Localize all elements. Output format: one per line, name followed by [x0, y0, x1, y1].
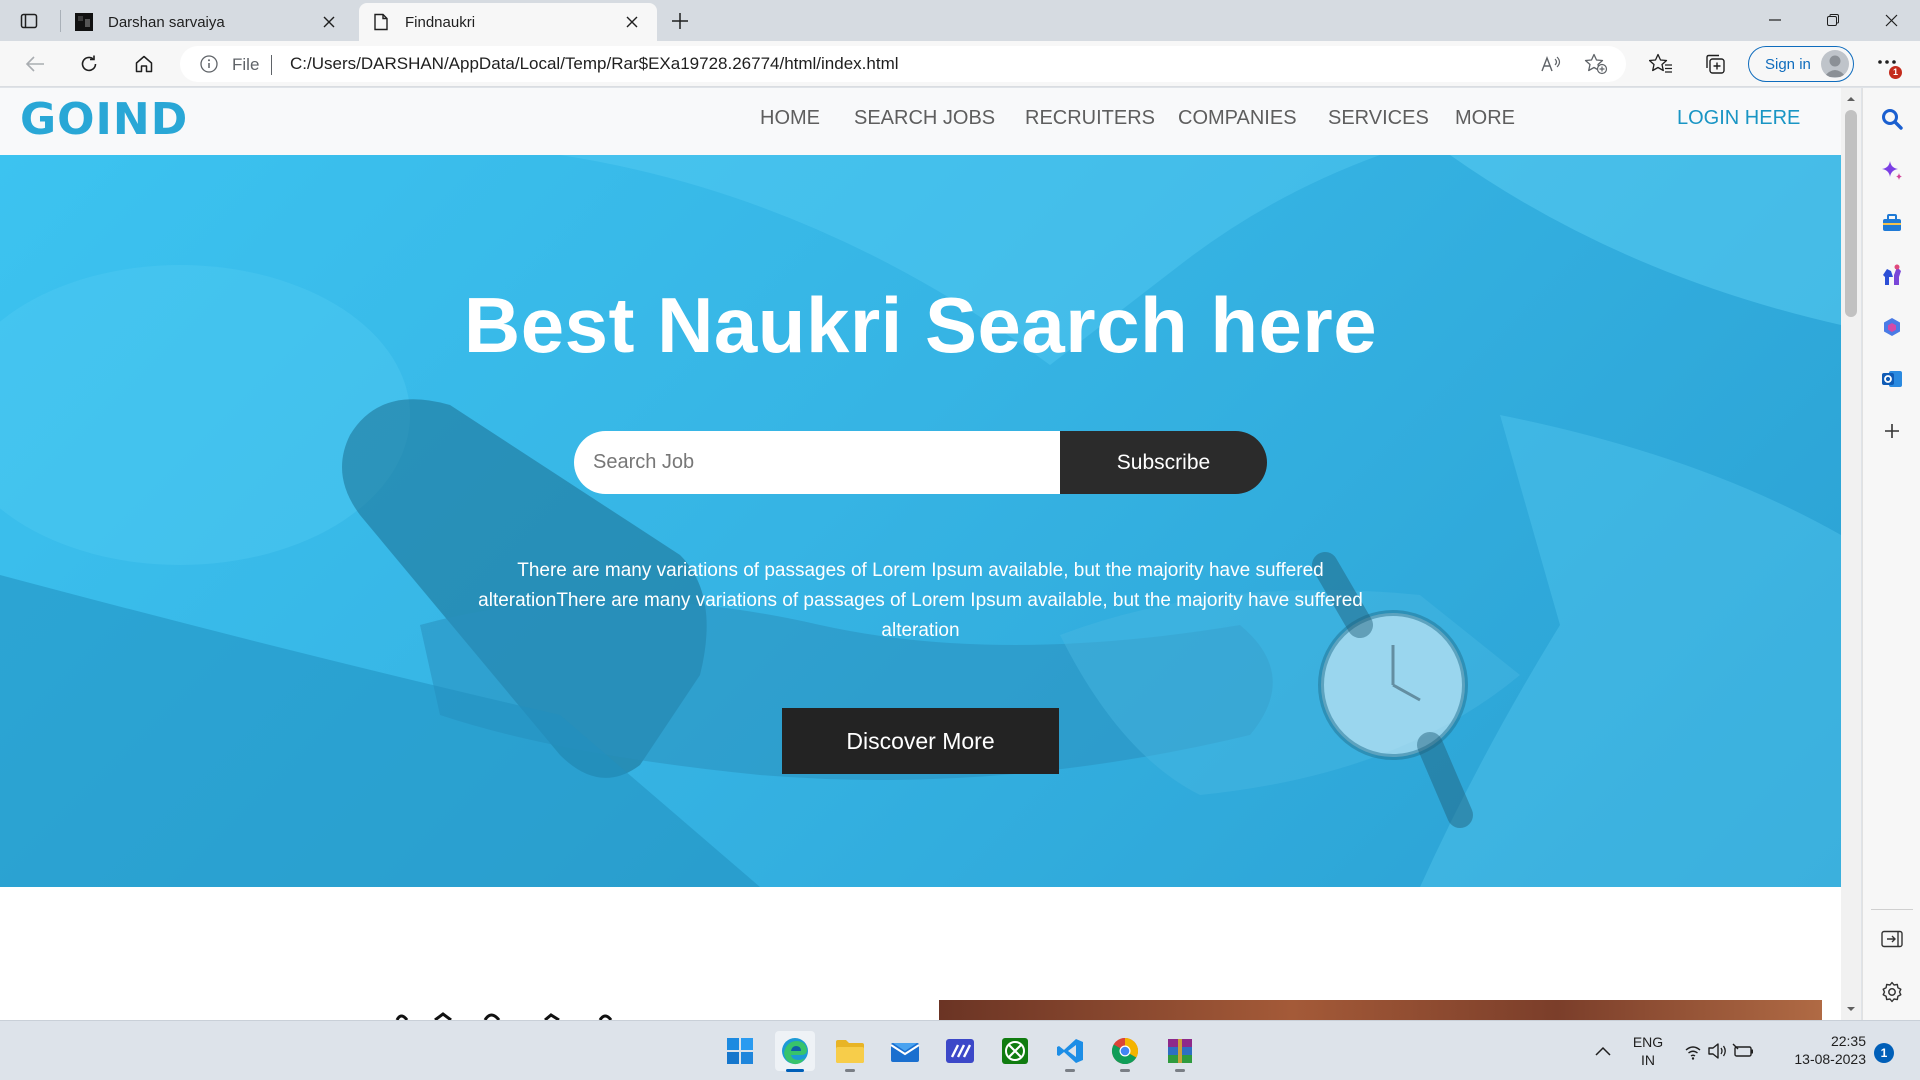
url-scheme-label: File — [232, 55, 260, 74]
add-sidebar-app-icon[interactable] — [1879, 418, 1905, 444]
sidebar-divider — [1871, 909, 1913, 910]
nav-home[interactable]: HOME — [760, 107, 820, 130]
games-icon[interactable] — [1879, 262, 1905, 288]
info-icon[interactable] — [200, 55, 218, 73]
tab-title: Findnaukri — [405, 13, 476, 31]
page-icon — [371, 12, 391, 32]
scroll-up-arrow-icon[interactable] — [1846, 94, 1856, 104]
refresh-button[interactable] — [74, 49, 104, 79]
favorites-icon[interactable] — [1646, 49, 1676, 79]
nav-more[interactable]: MORE — [1455, 107, 1515, 130]
running-indicator — [786, 1069, 804, 1072]
tab-actions-icon[interactable] — [16, 8, 42, 34]
clock-date: 13-08-2023 — [1794, 1051, 1866, 1067]
next-section-heading-fragment — [395, 1006, 655, 1020]
add-favorite-icon[interactable] — [1584, 52, 1608, 76]
close-tab-icon[interactable] — [619, 9, 645, 35]
site-logo[interactable]: GOIND — [20, 94, 188, 145]
clock[interactable]: 22:35 13-08-2023 — [1776, 1032, 1866, 1068]
nav-services[interactable]: SERVICES — [1328, 107, 1429, 130]
nav-recruiters[interactable]: RECRUITERS — [1025, 107, 1155, 130]
next-section-image — [939, 1000, 1822, 1020]
nav-search-jobs[interactable]: SEARCH JOBS — [854, 107, 995, 130]
outlook-icon[interactable] — [1879, 366, 1905, 392]
back-button[interactable] — [20, 49, 50, 79]
read-aloud-icon[interactable] — [1540, 52, 1564, 76]
start-windows-icon[interactable] — [720, 1031, 760, 1071]
microsoft-365-icon[interactable] — [1879, 314, 1905, 340]
home-button[interactable] — [129, 49, 159, 79]
hero-banner: Best Naukri Search here Subscribe There … — [0, 155, 1841, 887]
search-icon[interactable] — [1879, 106, 1905, 132]
file-explorer-icon[interactable] — [830, 1031, 870, 1072]
notification-badge: 1 — [1889, 66, 1902, 79]
tab-findnaukri[interactable]: Findnaukri — [359, 3, 657, 41]
tab-darshan-sarvaiya[interactable]: Darshan sarvaiya — [62, 3, 354, 41]
site-favicon-icon — [74, 12, 94, 32]
close-window-button[interactable] — [1862, 0, 1920, 40]
region-code: IN — [1641, 1052, 1655, 1068]
subscribe-button[interactable]: Subscribe — [1060, 431, 1267, 494]
vscode-icon[interactable] — [1050, 1031, 1090, 1072]
discover-more-button[interactable]: Discover More — [782, 708, 1059, 774]
login-link[interactable]: LOGIN HERE — [1677, 107, 1800, 130]
input-language-indicator[interactable]: ENG IN — [1628, 1033, 1668, 1069]
site-header: GOIND HOME SEARCH JOBS RECRUITERS COMPAN… — [0, 88, 1841, 155]
nav-companies[interactable]: COMPANIES — [1178, 107, 1297, 130]
chrome-icon[interactable] — [1105, 1031, 1145, 1072]
show-hidden-icons-chevron-icon[interactable] — [1585, 1033, 1621, 1069]
running-indicator — [1065, 1069, 1075, 1072]
page-viewport: GOIND HOME SEARCH JOBS RECRUITERS COMPAN… — [0, 88, 1841, 1020]
quick-settings-button[interactable] — [1682, 1033, 1758, 1069]
scroll-down-arrow-icon[interactable] — [1846, 1004, 1856, 1014]
tools-briefcase-icon[interactable] — [1879, 210, 1905, 236]
xbox-icon[interactable] — [995, 1031, 1035, 1071]
running-indicator — [1120, 1069, 1130, 1072]
close-tab-icon[interactable] — [316, 9, 342, 35]
tab-divider — [60, 10, 61, 32]
settings-and-more-button[interactable]: 1 — [1872, 49, 1902, 79]
tab-title: Darshan sarvaiya — [108, 13, 225, 31]
tab-strip: Darshan sarvaiya Findnaukri — [0, 0, 1920, 41]
sign-in-button[interactable]: Sign in — [1748, 46, 1854, 82]
browser-toolbar: File C:/Users/DARSHAN/AppData/Local/Temp… — [0, 41, 1920, 87]
url-text[interactable]: C:/Users/DARSHAN/AppData/Local/Temp/Rar$… — [290, 54, 899, 74]
sidebar-settings-gear-icon[interactable] — [1879, 979, 1905, 1005]
edge-sidebar — [1862, 88, 1920, 1020]
edge-browser-icon[interactable] — [775, 1031, 815, 1072]
running-indicator — [845, 1069, 855, 1072]
notification-count-badge[interactable]: 1 — [1874, 1043, 1894, 1063]
restore-button[interactable] — [1804, 0, 1862, 40]
url-separator — [271, 55, 272, 75]
hero-description: There are many variations of passages of… — [478, 560, 1363, 641]
running-indicator — [1175, 1069, 1185, 1072]
powershell-app-icon[interactable] — [940, 1031, 980, 1071]
hero-title: Best Naukri Search here — [463, 281, 1378, 369]
copilot-sparkle-icon[interactable] — [1879, 158, 1905, 184]
winrar-icon[interactable] — [1160, 1031, 1200, 1072]
language-code: ENG — [1632, 1034, 1664, 1050]
windows-taskbar: ENG IN 22:35 13-08-2023 1 — [0, 1020, 1920, 1080]
hide-sidebar-icon[interactable] — [1879, 926, 1905, 952]
new-tab-button[interactable] — [666, 7, 694, 35]
sign-in-label: Sign in — [1765, 55, 1811, 73]
job-search-input[interactable] — [574, 431, 1060, 494]
hero-background-image — [0, 155, 1841, 887]
collections-icon[interactable] — [1700, 49, 1730, 79]
page-scrollbar[interactable] — [1841, 88, 1861, 1020]
minimize-button[interactable] — [1746, 0, 1804, 40]
scrollbar-thumb[interactable] — [1845, 110, 1857, 317]
address-bar[interactable]: File C:/Users/DARSHAN/AppData/Local/Temp… — [180, 46, 1626, 82]
mail-icon[interactable] — [885, 1031, 925, 1071]
profile-avatar-icon — [1821, 50, 1849, 78]
job-search-form: Subscribe — [574, 431, 1267, 494]
clock-time: 22:35 — [1830, 1033, 1866, 1049]
